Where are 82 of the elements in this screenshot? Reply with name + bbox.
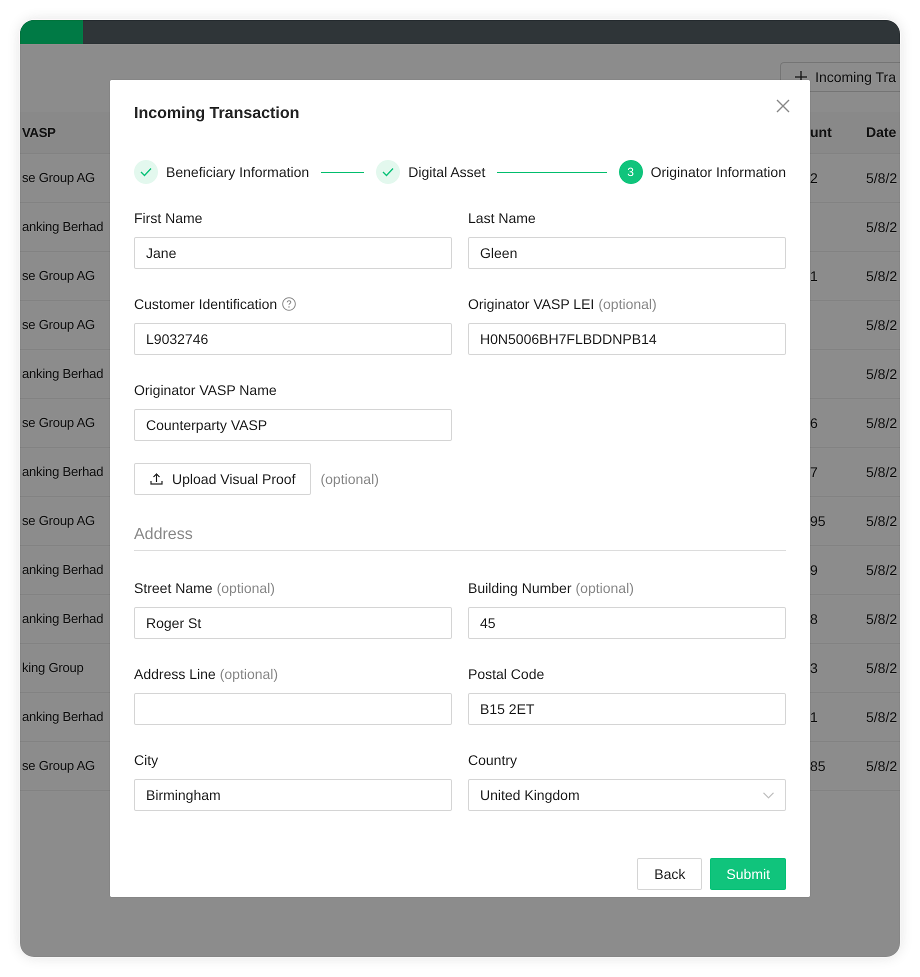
close-icon[interactable] bbox=[776, 99, 790, 113]
table-cell: 5/8/2 bbox=[866, 316, 898, 332]
upload-button[interactable]: Upload Visual Proof bbox=[134, 463, 312, 495]
table-cell: 5/8/2 bbox=[866, 218, 898, 234]
table-cell: se Group AG bbox=[22, 513, 95, 528]
column-header: VASP bbox=[22, 124, 56, 140]
table-cell: 5/8/2 bbox=[866, 366, 898, 382]
input-field[interactable]: Birmingham bbox=[134, 779, 452, 811]
column-header: Date bbox=[866, 124, 896, 140]
table-cell: se Group AG bbox=[22, 415, 95, 430]
table-cell: 5/8/2 bbox=[866, 708, 898, 724]
section-heading: Address bbox=[134, 526, 193, 543]
step-label[interactable]: Beneficiary Information bbox=[166, 162, 310, 182]
optional-hint: (optional) bbox=[576, 578, 634, 598]
table-cell: 5/8/2 bbox=[866, 414, 898, 430]
input-field[interactable] bbox=[134, 693, 452, 725]
input-field[interactable]: Counterparty VASP bbox=[134, 409, 452, 441]
step-done-icon bbox=[134, 160, 158, 184]
field-label: City bbox=[134, 750, 158, 770]
table-cell: 5/8/2 bbox=[866, 758, 898, 774]
input-field[interactable]: L9032746 bbox=[134, 323, 452, 355]
step-label[interactable]: Originator Information bbox=[650, 162, 786, 182]
input-field[interactable]: Jane bbox=[134, 237, 452, 269]
table-cell: 85 bbox=[810, 758, 826, 774]
table-cell: king Group bbox=[22, 660, 84, 676]
field-label: Country bbox=[468, 750, 518, 770]
table-cell: 5/8/2 bbox=[866, 660, 898, 676]
table-cell: anking Berhad bbox=[22, 219, 104, 234]
table-cell: 5/8/2 bbox=[866, 610, 898, 626]
field-label: Street Name bbox=[134, 578, 213, 598]
table-cell: anking Berhad bbox=[22, 464, 104, 480]
input-field[interactable]: Roger St bbox=[134, 607, 452, 639]
optional-hint: (optional) bbox=[216, 578, 275, 598]
field-label: Postal Code bbox=[468, 664, 544, 684]
input-field[interactable]: 45 bbox=[468, 607, 786, 639]
table-cell: anking Berhad bbox=[22, 709, 104, 724]
table-cell: se Group AG bbox=[22, 317, 95, 332]
table-cell: se Group AG bbox=[22, 170, 95, 186]
table-cell: 6 bbox=[810, 414, 818, 430]
table-cell: 9 bbox=[810, 562, 818, 578]
field-label: Originator VASP LEI bbox=[468, 294, 594, 314]
input-field[interactable]: Gleen bbox=[468, 237, 786, 269]
field-label: Originator VASP Name bbox=[134, 380, 277, 400]
table-cell: anking Berhad bbox=[22, 562, 104, 578]
table-cell: 5/8/2 bbox=[866, 464, 898, 480]
field-label: First Name bbox=[134, 208, 202, 228]
field-label: Address Line bbox=[134, 664, 216, 684]
table-cell: 5/8/2 bbox=[866, 268, 898, 284]
dialog-title: Incoming Transaction bbox=[134, 104, 300, 124]
incoming-transaction-button[interactable]: Incoming Tra bbox=[780, 62, 900, 92]
input-field[interactable]: B15 2ET bbox=[468, 693, 786, 725]
chevron-down-icon bbox=[763, 792, 774, 798]
table-cell: 8 bbox=[810, 610, 818, 626]
table-cell: 5/8/2 bbox=[866, 562, 898, 578]
field-label: Building Number bbox=[468, 578, 572, 598]
step-done-icon bbox=[376, 160, 400, 184]
table-cell: anking Berhad bbox=[22, 611, 104, 626]
step-label[interactable]: Digital Asset bbox=[408, 162, 486, 182]
table-cell: 3 bbox=[810, 660, 818, 676]
table-cell: 95 bbox=[810, 512, 826, 528]
table-cell: 1 bbox=[810, 708, 818, 724]
brand-block bbox=[20, 20, 83, 44]
column-header: unt bbox=[810, 124, 832, 140]
table-cell: 5/8/2 bbox=[866, 170, 898, 186]
table-cell: 5/8/2 bbox=[866, 512, 898, 528]
step-number: 3 bbox=[618, 160, 643, 184]
optional-hint: (optional) bbox=[598, 294, 657, 314]
table-cell: anking Berhad bbox=[22, 366, 104, 382]
table-cell: 7 bbox=[810, 464, 818, 480]
table-cell: se Group AG bbox=[22, 758, 95, 774]
input-field[interactable]: H0N5006BH7FLBDDNPB14 bbox=[468, 323, 786, 355]
table-cell: 1 bbox=[810, 268, 818, 284]
upload-icon bbox=[150, 473, 163, 485]
optional-hint: (optional) bbox=[320, 470, 379, 489]
help-icon[interactable] bbox=[282, 297, 296, 311]
optional-hint: (optional) bbox=[220, 664, 278, 684]
country-select[interactable]: United Kingdom bbox=[468, 779, 786, 811]
back-button[interactable]: Back bbox=[637, 858, 702, 890]
field-label: Last Name bbox=[468, 208, 536, 228]
table-cell: se Group AG bbox=[22, 268, 95, 284]
table-cell: 2 bbox=[810, 170, 818, 186]
field-label: Customer Identification bbox=[134, 294, 278, 314]
